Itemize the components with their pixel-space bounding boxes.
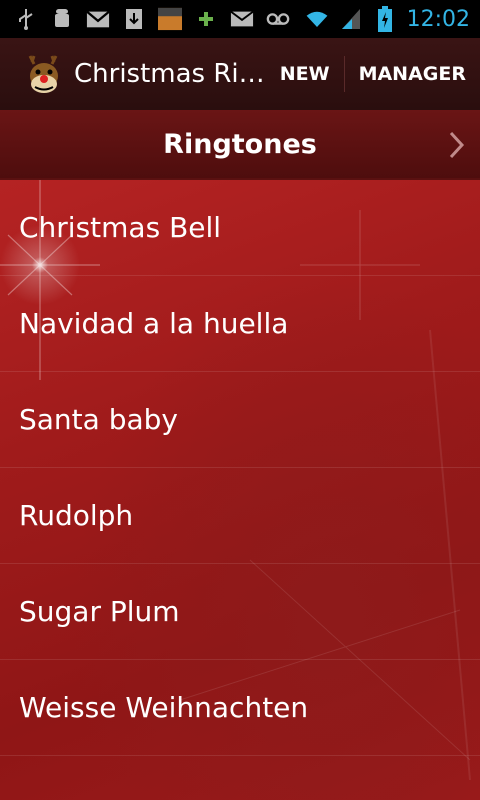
usb-icon [14, 7, 38, 31]
list-item-label: Sugar Plum [19, 595, 180, 628]
app-title: Christmas Ri… [74, 59, 264, 89]
status-bar: 12:02 [0, 0, 480, 38]
list-item[interactable]: Navidad a la huella [0, 276, 480, 372]
list-item-label: Weisse Weihnachten [19, 691, 309, 724]
android-debug-icon [50, 7, 74, 31]
tab-header[interactable]: Ringtones [0, 110, 480, 180]
list-item-label: Navidad a la huella [19, 307, 289, 340]
notification-icons [0, 7, 305, 31]
new-button[interactable]: NEW [266, 38, 344, 110]
ringtone-list-area: Christmas Bell Navidad a la huella Santa… [0, 180, 480, 800]
list-item-label: Rudolph [19, 499, 134, 532]
list-item-label: Santa baby [19, 403, 178, 436]
reindeer-app-icon[interactable] [22, 52, 66, 96]
amazon-appstore-icon [158, 7, 182, 31]
wifi-icon [305, 7, 329, 31]
mail-icon [230, 7, 254, 31]
gmail-icon [86, 7, 110, 31]
tab-title: Ringtones [163, 128, 317, 160]
action-bar: Christmas Ri… NEW MANAGER [0, 38, 480, 111]
download-icon [122, 7, 146, 31]
list-item-label: Christmas Bell [19, 211, 222, 244]
list-item[interactable]: Rudolph [0, 468, 480, 564]
manager-button[interactable]: MANAGER [345, 38, 480, 110]
status-clock: 12:02 [406, 6, 470, 32]
voicemail-icon [266, 7, 290, 31]
list-item[interactable]: Christmas Bell [0, 180, 480, 276]
signal-icon [339, 7, 363, 31]
list-item[interactable]: Sugar Plum [0, 564, 480, 660]
chevron-right-icon[interactable] [446, 130, 466, 164]
ringtone-list: Christmas Bell Navidad a la huella Santa… [0, 180, 480, 756]
battery-icon [373, 6, 397, 32]
list-item[interactable]: Weisse Weihnachten [0, 660, 480, 756]
list-item[interactable]: Santa baby [0, 372, 480, 468]
plus-icon [194, 7, 218, 31]
